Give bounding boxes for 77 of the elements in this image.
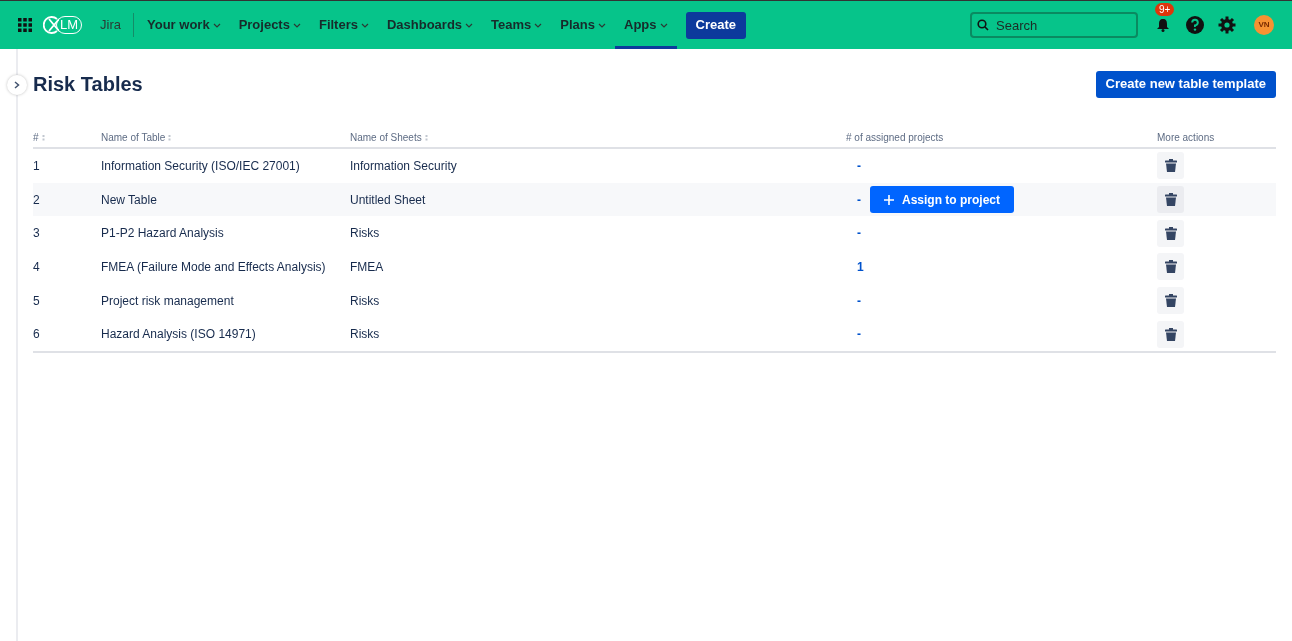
- trash-icon: [1164, 294, 1177, 308]
- chevron-down-icon: [465, 22, 474, 28]
- delete-button[interactable]: [1157, 320, 1184, 348]
- nav-menu-item[interactable]: Teams: [482, 1, 552, 49]
- column-header[interactable]: Name of Sheets: [350, 129, 422, 145]
- create-button[interactable]: Create: [685, 11, 746, 39]
- nav-menu-item[interactable]: Plans: [551, 1, 615, 49]
- column-header[interactable]: Name of Table: [101, 129, 166, 145]
- assign-to-project-button[interactable]: Assign to project: [870, 186, 1014, 214]
- chevron-right-icon: [14, 81, 20, 89]
- table-row[interactable]: 1 Information Security (ISO/IEC 27001) Information Security -: [33, 149, 1276, 183]
- page-title: Risk Tables: [33, 72, 143, 97]
- table-row[interactable]: 6 Hazard Analysis (ISO 14971) Risks -: [33, 317, 1276, 352]
- trash-icon: [1164, 327, 1177, 341]
- assigned-count-link[interactable]: -: [857, 325, 861, 344]
- app-switcher-icon[interactable]: [18, 18, 32, 32]
- user-avatar[interactable]: VN: [1254, 15, 1274, 35]
- chevron-down-icon: [659, 22, 668, 28]
- table-row[interactable]: 3 P1-P2 Hazard Analysis Risks -: [33, 216, 1276, 251]
- table-cell-text: Hazard Analysis (ISO 14971): [101, 326, 256, 344]
- trash-icon: [1164, 260, 1177, 274]
- assigned-count-link[interactable]: 1: [857, 257, 864, 276]
- help-icon[interactable]: [1185, 15, 1205, 35]
- table-cell-text: Information Security: [350, 157, 457, 175]
- assigned-count-link[interactable]: -: [857, 156, 861, 175]
- table-cell-text: Risks: [350, 225, 380, 243]
- bell-icon: [1156, 18, 1170, 32]
- table-cell-text: Risks: [350, 326, 380, 344]
- trash-icon: [1164, 226, 1177, 240]
- table-row[interactable]: 2 New Table Untitled Sheet - Assign to project: [33, 182, 1276, 217]
- column-header: More actions: [1157, 130, 1215, 145]
- table-cell-text: 2: [33, 191, 40, 209]
- sidebar-expand-button[interactable]: [7, 75, 27, 95]
- delete-button[interactable]: [1157, 253, 1184, 281]
- table-cell-text: New Table: [101, 191, 157, 209]
- column-header: # of assigned projects: [846, 130, 944, 145]
- table-cell-text: Untitled Sheet: [350, 191, 426, 209]
- search-field[interactable]: Search: [970, 12, 1138, 38]
- table-cell-text: 1: [33, 157, 40, 175]
- chevron-down-icon: [598, 22, 606, 28]
- table-cell-text: 3: [33, 225, 40, 243]
- chevron-down-icon: [212, 22, 221, 28]
- table-cell-text: 6: [33, 326, 40, 344]
- nav-menu-item[interactable]: Filters: [309, 1, 378, 49]
- nav-menu-item[interactable]: Your work: [138, 1, 230, 49]
- settings-icon[interactable]: [1218, 16, 1236, 34]
- table-row[interactable]: 4 FMEA (Failure Mode and Effects Analysis) FMEA 1: [33, 250, 1276, 284]
- assigned-count-link[interactable]: -: [857, 224, 861, 243]
- chevron-down-icon: [292, 22, 301, 28]
- nav-menu-item[interactable]: Apps: [615, 1, 677, 49]
- trash-icon: [1164, 159, 1177, 173]
- chevron-down-icon: [534, 22, 543, 28]
- table-cell-text: Risks: [350, 292, 380, 310]
- notification-count-badge: 9+: [1155, 3, 1175, 16]
- delete-button[interactable]: [1157, 219, 1184, 247]
- assigned-count-link[interactable]: -: [857, 291, 861, 310]
- create-table-template-button[interactable]: Create new table template: [1095, 70, 1276, 98]
- nav-menu-item[interactable]: Projects: [229, 1, 310, 49]
- table-cell-text: P1-P2 Hazard Analysis: [101, 225, 224, 243]
- delete-button[interactable]: [1157, 186, 1184, 214]
- table-cell-text: Information Security (ISO/IEC 27001): [101, 157, 300, 175]
- delete-button[interactable]: [1157, 152, 1184, 180]
- trash-icon: [1164, 193, 1177, 207]
- product-name: Jira: [100, 16, 121, 35]
- search-icon: [977, 19, 989, 31]
- column-header[interactable]: #: [33, 129, 39, 145]
- table-cell-text: 4: [33, 258, 40, 276]
- nav-menu-item[interactable]: Dashboards: [377, 1, 483, 49]
- plus-icon: [884, 194, 894, 205]
- chevron-down-icon: [360, 22, 369, 28]
- table-cell-text: Project risk management: [101, 292, 234, 310]
- table-cell-text: FMEA: [350, 258, 384, 276]
- table-cell-text: 5: [33, 292, 40, 310]
- table-row[interactable]: 5 Project risk management Risks -: [33, 283, 1276, 318]
- table-cell-text: FMEA (Failure Mode and Effects Analysis): [101, 258, 326, 276]
- assigned-count-link[interactable]: -: [857, 190, 861, 209]
- delete-button[interactable]: [1157, 287, 1184, 315]
